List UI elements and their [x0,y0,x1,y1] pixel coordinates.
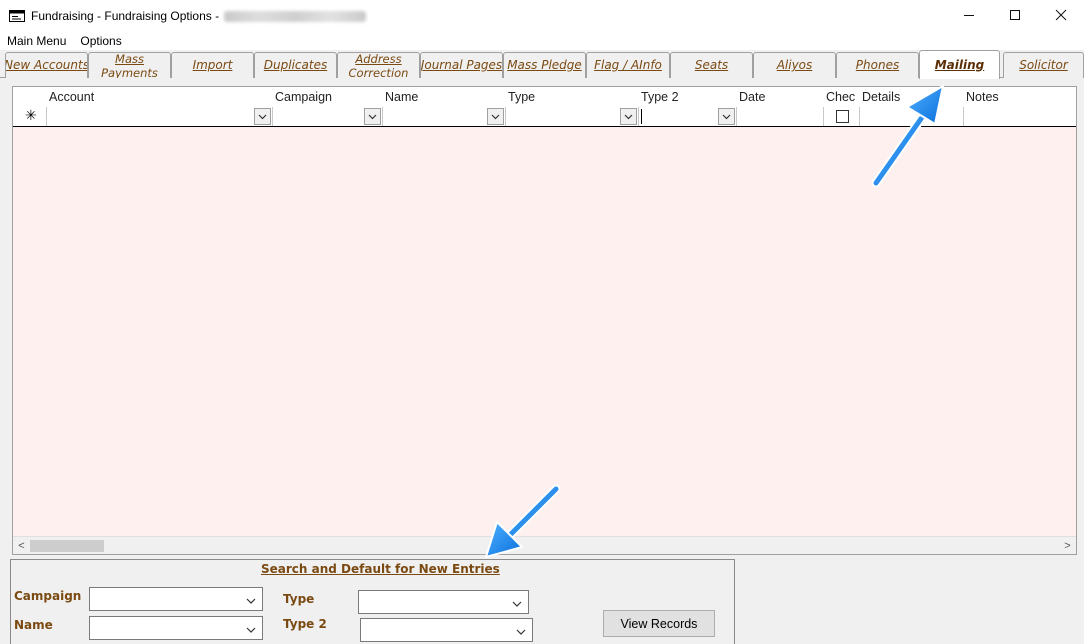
tab-phones[interactable]: Phones [836,52,919,78]
chevron-down-icon[interactable] [620,108,637,125]
tab-new-accounts[interactable]: New Accounts [5,52,88,78]
column-name: Name [382,87,505,127]
tab-flag-ainfo[interactable]: Flag / AInfo [586,52,670,78]
type-label: Type [283,592,315,606]
column-type: Type [505,87,638,127]
scroll-thumb[interactable] [30,540,104,552]
view-records-button[interactable]: View Records [603,610,715,637]
notes-field[interactable] [963,107,1076,126]
tab-mailing[interactable]: Mailing [919,50,1000,79]
chevron-down-icon[interactable] [246,623,256,637]
app-icon [9,10,25,22]
column-label-check: Chec [826,90,856,104]
window-controls [946,0,1084,30]
text-cursor [641,109,642,124]
tab-aliyos[interactable]: Aliyos [753,52,836,78]
scroll-right-icon[interactable]: > [1059,537,1076,554]
chevron-down-icon[interactable] [718,108,735,125]
close-button[interactable] [1038,0,1084,30]
minimize-button[interactable] [946,0,992,30]
maximize-button[interactable] [992,0,1038,30]
column-account: Account [46,87,272,127]
column-campaign: Campaign [272,87,382,127]
column-type-2: Type 2 [638,87,736,127]
name-combo[interactable] [89,616,263,640]
chevron-down-icon[interactable] [487,108,504,125]
column-label-campaign: Campaign [275,90,332,104]
new-record-icon: ✳ [25,107,37,123]
column-label-notes: Notes [966,90,999,104]
chevron-down-icon[interactable] [254,108,271,125]
date-field[interactable] [736,107,823,126]
scroll-left-icon[interactable]: < [13,537,30,554]
tab-import[interactable]: Import [171,52,254,78]
window-title: Fundraising - Fundraising Options - [31,9,220,23]
chevron-down-icon[interactable] [516,625,526,639]
redacted-title-text [224,10,367,22]
column-details: Details [859,87,963,127]
column-label-details: Details [862,90,901,104]
check-checkbox[interactable] [836,110,849,123]
column-label-date: Date [739,90,766,104]
tab-mass-payments[interactable]: Mass Payments [88,52,171,78]
check-cell [823,107,859,126]
type2-filter-combo[interactable] [638,107,736,126]
column-date: Date [736,87,823,127]
tab-address-correction[interactable]: Address Correction [337,52,420,78]
grid-body-empty[interactable] [13,127,1076,537]
type-filter-combo[interactable] [505,107,638,126]
tab-seats[interactable]: Seats [670,52,753,78]
horizontal-scrollbar[interactable]: < > [13,536,1076,554]
type-combo[interactable] [358,590,529,614]
column-label-type-2: Type 2 [641,90,679,104]
column-label-account: Account [49,90,95,104]
name-label: Name [14,618,53,632]
chevron-down-icon[interactable] [512,597,522,611]
grid-header: ✳ Account Campaign Name Type Type 2 Date… [13,87,1076,127]
panel-title: Search and Default for New Entries [261,562,500,576]
chevron-down-icon[interactable] [364,108,381,125]
campaign-combo[interactable] [89,587,263,611]
campaign-filter-combo[interactable] [272,107,382,126]
column-label-name: Name [385,90,419,104]
tab-journal-pages[interactable]: Journal Pages [420,52,503,78]
type2-combo[interactable] [360,618,533,642]
type2-label: Type 2 [283,617,327,631]
chevron-down-icon[interactable] [246,594,256,608]
record-selector-column[interactable]: ✳ [13,87,46,127]
title-bar: Fundraising - Fundraising Options - [0,0,1084,32]
account-filter-combo[interactable] [46,107,272,126]
column-label-type: Type [508,90,536,104]
name-filter-combo[interactable] [382,107,505,126]
details-field[interactable] [859,107,963,126]
campaign-label: Campaign [14,589,82,603]
menu-bar: Main Menu Options [0,32,1084,50]
mailing-datasheet: ✳ Account Campaign Name Type Type 2 Date… [12,86,1077,555]
menu-main-menu[interactable]: Main Menu [0,34,73,48]
tab-solicitor[interactable]: Solicitor [1003,52,1084,78]
menu-options[interactable]: Options [73,34,128,48]
search-default-panel: Search and Default for New Entries Campa… [10,559,735,644]
column-notes: Notes [963,87,1076,127]
tab-strip: New Accounts Mass Payments Import Duplic… [0,50,1084,79]
tab-mass-pledge[interactable]: Mass Pledge [503,52,586,78]
column-check: Chec [823,87,859,127]
tab-duplicates[interactable]: Duplicates [254,52,337,78]
